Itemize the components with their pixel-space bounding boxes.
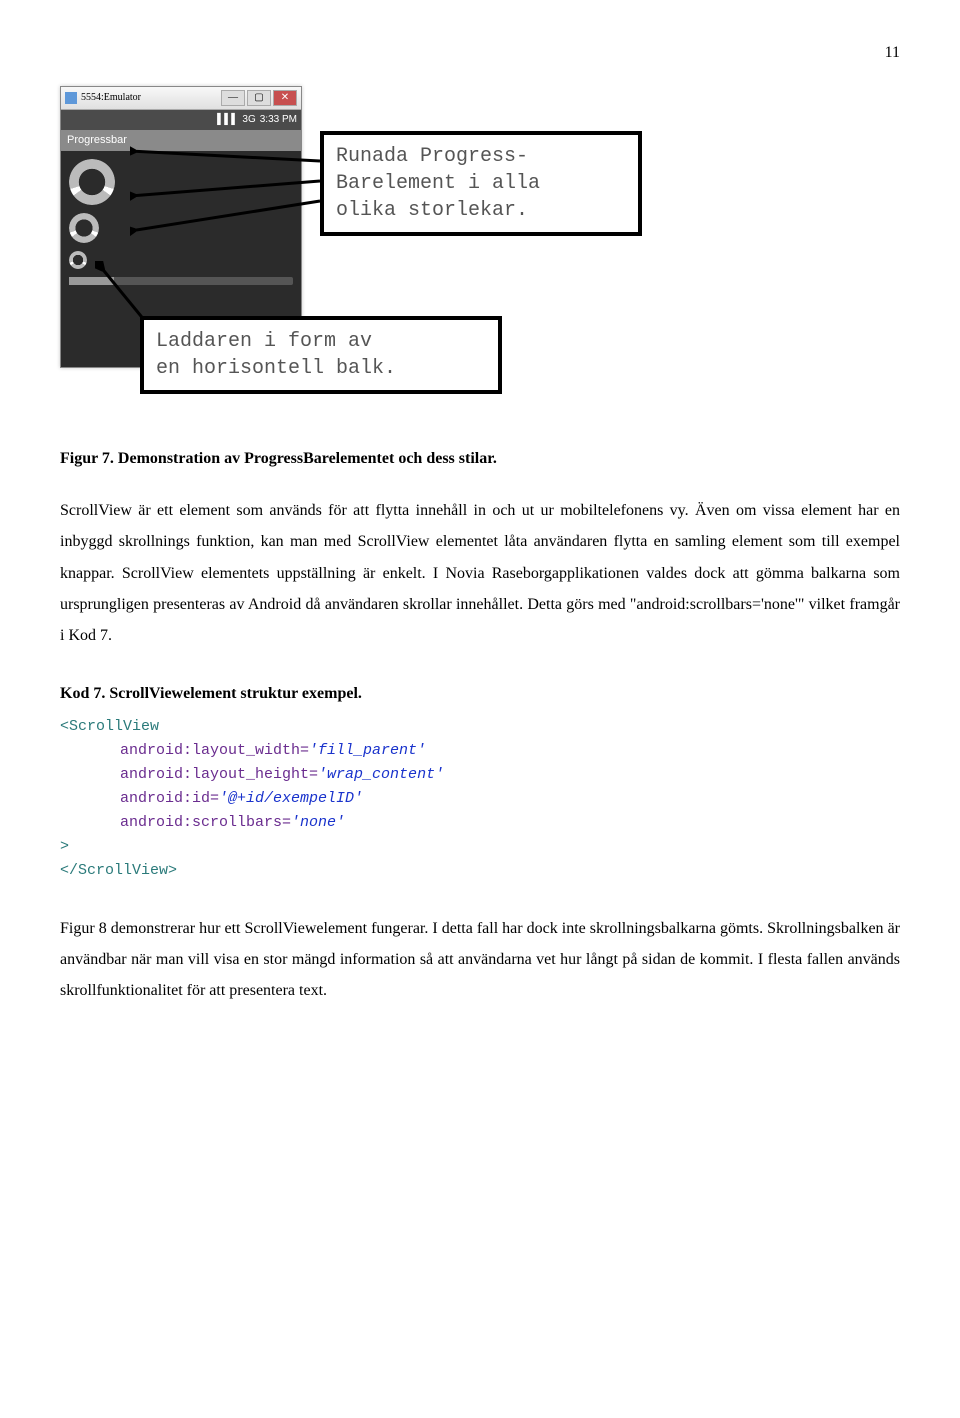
progress-spinner-small (69, 251, 87, 269)
code-attr-width: android:layout_width= (120, 742, 309, 759)
network-icon: 3G (242, 112, 255, 128)
code-close-open: > (60, 838, 69, 855)
code-block: <ScrollView android:layout_width='fill_p… (60, 715, 900, 883)
code-open-tag: <ScrollView (60, 718, 159, 735)
code-val-height: 'wrap_content' (318, 766, 444, 783)
figure-7: 5554:Emulator — ▢ ✕ ▌▌▌ 3G 3:33 PM Progr… (60, 86, 900, 416)
code-attr-scrollbars: android:scrollbars= (120, 814, 291, 831)
arrow-annotation-1 (130, 131, 330, 271)
annotation-box-2: Laddaren i form av en horisontell balk. (140, 316, 502, 394)
page-number: 11 (60, 40, 900, 66)
code-caption: Kod 7. ScrollViewelement struktur exempe… (60, 681, 900, 707)
code-val-scrollbars: 'none' (291, 814, 345, 831)
code-attr-id: android:id= (120, 790, 219, 807)
window-title: 5554:Emulator (81, 90, 141, 106)
figure-caption: Figur 7. Demonstration av ProgressBarele… (60, 446, 900, 472)
code-close-tag: </ScrollView> (60, 862, 177, 879)
close-button[interactable]: ✕ (273, 90, 297, 106)
code-val-width: 'fill_parent' (309, 742, 426, 759)
code-attr-height: android:layout_height= (120, 766, 318, 783)
paragraph-figure8: Figur 8 demonstrerar hur ett ScrollViewe… (60, 913, 900, 1007)
progress-spinner-medium (69, 213, 99, 243)
app-icon (65, 92, 77, 104)
android-statusbar: ▌▌▌ 3G 3:33 PM (61, 110, 301, 130)
window-titlebar: 5554:Emulator — ▢ ✕ (61, 87, 301, 110)
signal-icon: ▌▌▌ (217, 112, 238, 128)
status-time: 3:33 PM (260, 112, 297, 128)
annotation-box-1: Runada Progress- Barelement i alla olika… (320, 131, 642, 236)
minimize-button[interactable]: — (221, 90, 245, 106)
paragraph-scrollview: ScrollView är ett element som används fö… (60, 495, 900, 651)
code-val-id: '@+id/exempelID' (219, 790, 363, 807)
progress-spinner-large (69, 159, 115, 205)
maximize-button[interactable]: ▢ (247, 90, 271, 106)
